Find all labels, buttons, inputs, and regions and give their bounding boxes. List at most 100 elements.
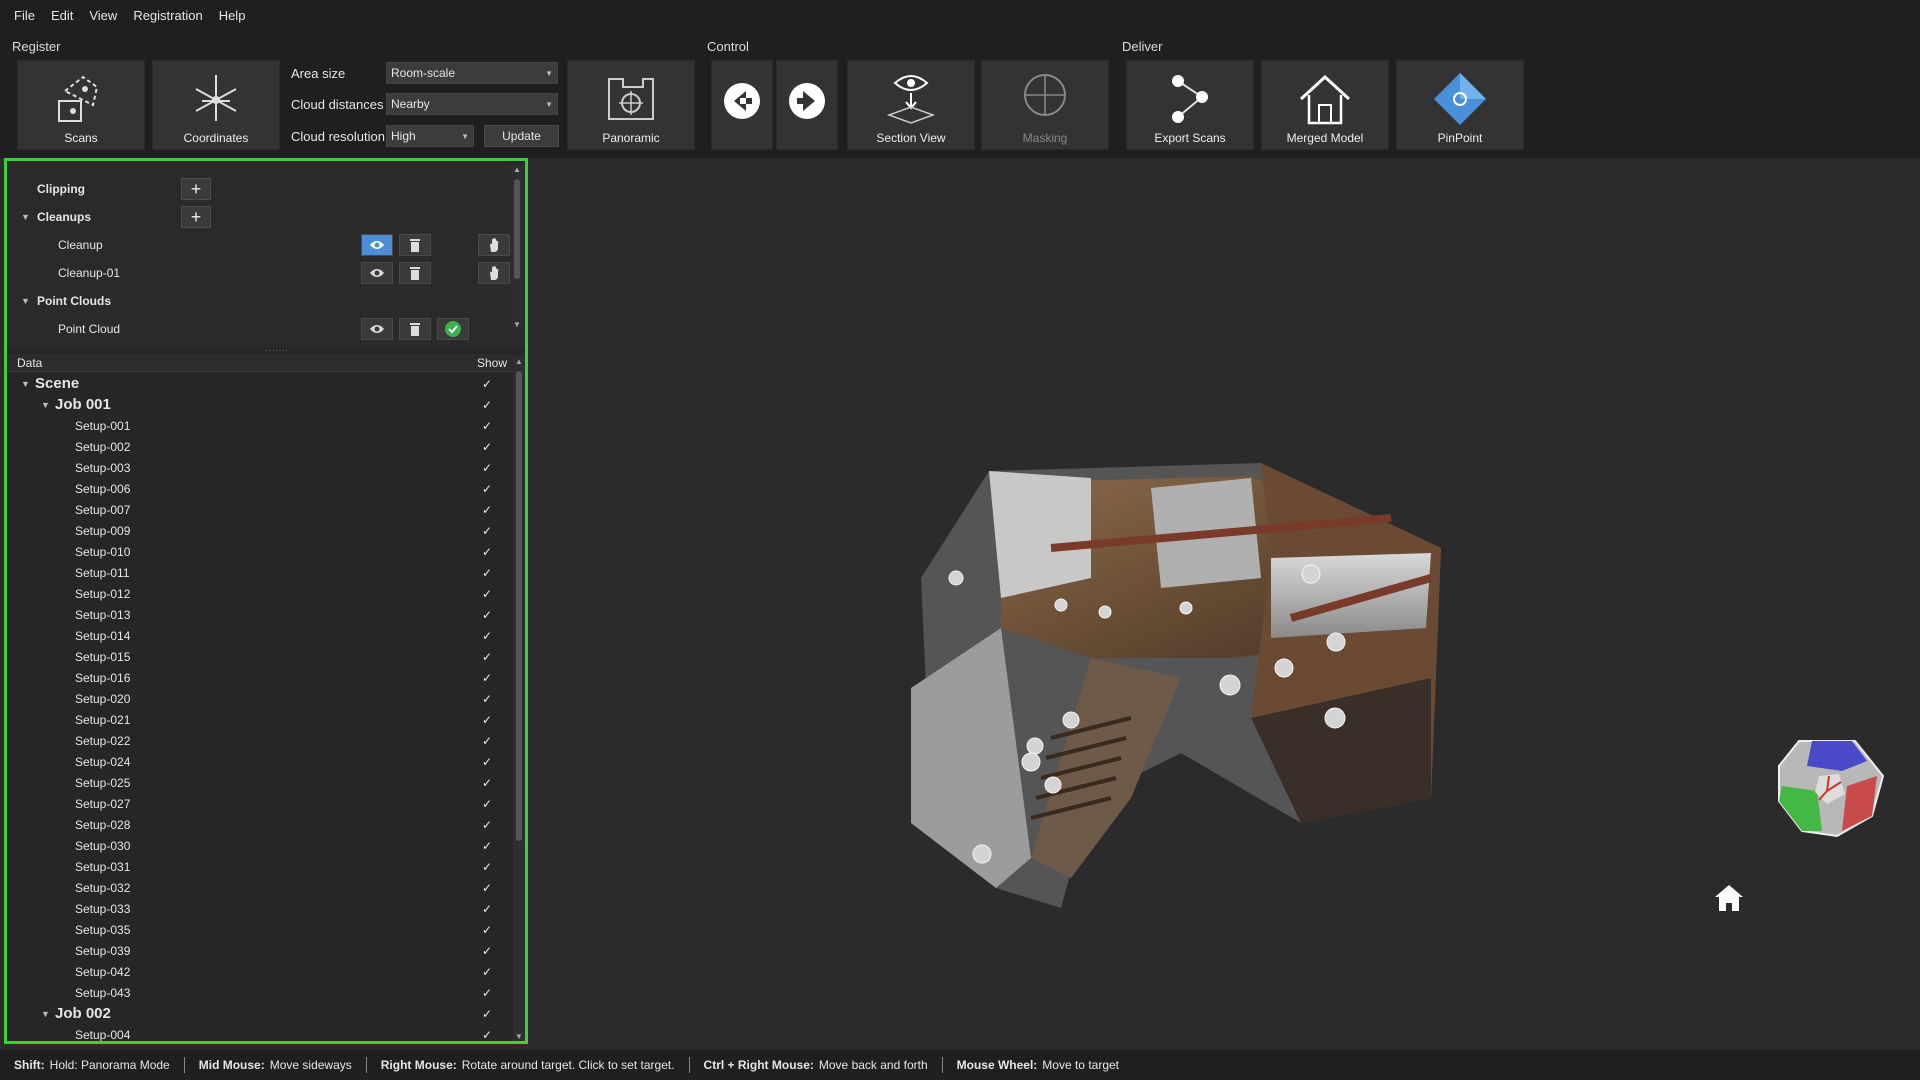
tree-scrollbar[interactable]: ▲ ▼ (513, 357, 525, 1041)
tree-item-setup[interactable]: Setup-042 ✓ (7, 961, 513, 982)
cloud-resolution-select[interactable]: High ▼ (386, 125, 474, 147)
hand-button[interactable] (478, 262, 510, 284)
show-column-header[interactable]: Show (477, 356, 507, 370)
menu-view[interactable]: View (81, 8, 125, 23)
tree-item-setup[interactable]: Setup-007 ✓ (7, 499, 513, 520)
show-checkbox[interactable]: ✓ (482, 545, 492, 559)
scan-position-marker[interactable] (1054, 598, 1068, 612)
scroll-down-icon[interactable]: ▼ (513, 320, 521, 329)
scroll-up-icon[interactable]: ▲ (515, 357, 523, 366)
point-cloud-row[interactable]: Point Cloud (7, 317, 120, 341)
masking-button[interactable]: Masking (981, 60, 1109, 150)
scan-position-marker[interactable] (972, 844, 992, 864)
show-checkbox[interactable]: ✓ (482, 923, 492, 937)
show-checkbox[interactable]: ✓ (482, 629, 492, 643)
scans-button[interactable]: Scans (17, 60, 145, 150)
scroll-thumb[interactable] (514, 179, 520, 279)
tree-item-setup[interactable]: Setup-043 ✓ (7, 982, 513, 1003)
show-checkbox[interactable]: ✓ (482, 377, 492, 391)
view-cube-icon[interactable] (1778, 740, 1885, 838)
delete-button[interactable] (399, 234, 431, 256)
show-checkbox[interactable]: ✓ (482, 713, 492, 727)
tree-item-setup[interactable]: Setup-009 ✓ (7, 520, 513, 541)
tree-item-setup[interactable]: Setup-031 ✓ (7, 856, 513, 877)
show-checkbox[interactable]: ✓ (482, 818, 492, 832)
3d-viewport[interactable] (531, 158, 1920, 1048)
tree-item-setup[interactable]: Setup-012 ✓ (7, 583, 513, 604)
menu-edit[interactable]: Edit (43, 8, 81, 23)
show-checkbox[interactable]: ✓ (482, 566, 492, 580)
pinpoint-button[interactable]: PinPoint (1396, 60, 1524, 150)
collapse-icon[interactable]: ▼ (21, 296, 33, 306)
menu-registration[interactable]: Registration (125, 8, 210, 23)
show-checkbox[interactable]: ✓ (482, 965, 492, 979)
show-checkbox[interactable]: ✓ (482, 734, 492, 748)
tree-item-setup[interactable]: Setup-011 ✓ (7, 562, 513, 583)
tree-item-scene[interactable]: ▼ Scene ✓ (7, 373, 513, 394)
tree-item-setup[interactable]: Setup-004 ✓ (7, 1024, 513, 1042)
tree-item-setup[interactable]: Setup-006 ✓ (7, 478, 513, 499)
previous-button[interactable] (711, 60, 773, 150)
tree-item-setup[interactable]: Setup-033 ✓ (7, 898, 513, 919)
tree-item-setup[interactable]: Setup-013 ✓ (7, 604, 513, 625)
tree-item-setup[interactable]: Setup-032 ✓ (7, 877, 513, 898)
tree-item-setup[interactable]: Setup-001 ✓ (7, 415, 513, 436)
tree-item-setup[interactable]: Setup-022 ✓ (7, 730, 513, 751)
show-checkbox[interactable]: ✓ (482, 587, 492, 601)
show-checkbox[interactable]: ✓ (482, 902, 492, 916)
tree-item-setup[interactable]: Setup-002 ✓ (7, 436, 513, 457)
show-checkbox[interactable]: ✓ (482, 797, 492, 811)
data-column-header[interactable]: Data (17, 356, 42, 370)
add-clipping-button[interactable]: + (181, 178, 211, 200)
section-view-button[interactable]: Section View (847, 60, 975, 150)
show-checkbox[interactable]: ✓ (482, 503, 492, 517)
update-button[interactable]: Update (484, 125, 559, 147)
scan-position-marker[interactable] (1301, 564, 1321, 584)
scan-position-marker[interactable] (948, 570, 964, 586)
area-size-select[interactable]: Room-scale ▼ (386, 62, 558, 84)
show-checkbox[interactable]: ✓ (482, 461, 492, 475)
scan-position-marker[interactable] (1062, 711, 1080, 729)
show-checkbox[interactable]: ✓ (482, 608, 492, 622)
show-checkbox[interactable]: ✓ (482, 881, 492, 895)
tree-item-setup[interactable]: Setup-030 ✓ (7, 835, 513, 856)
show-checkbox[interactable]: ✓ (482, 524, 492, 538)
show-checkbox[interactable]: ✓ (482, 860, 492, 874)
collapse-icon[interactable]: ▼ (21, 379, 35, 389)
show-checkbox[interactable]: ✓ (482, 419, 492, 433)
show-checkbox[interactable]: ✓ (482, 440, 492, 454)
add-cleanup-button[interactable]: + (181, 206, 211, 228)
delete-button[interactable] (399, 318, 431, 340)
export-scans-button[interactable]: Export Scans (1126, 60, 1254, 150)
confirm-button[interactable] (437, 318, 469, 340)
tree-item-setup[interactable]: Setup-016 ✓ (7, 667, 513, 688)
tree-item-setup[interactable]: Setup-020 ✓ (7, 688, 513, 709)
hand-button[interactable] (478, 234, 510, 256)
tree-item-setup[interactable]: Setup-039 ✓ (7, 940, 513, 961)
collapse-icon[interactable]: ▼ (41, 1009, 55, 1019)
show-checkbox[interactable]: ✓ (482, 1007, 492, 1021)
show-checkbox[interactable]: ✓ (482, 776, 492, 790)
tree-item-setup[interactable]: Setup-003 ✓ (7, 457, 513, 478)
visibility-toggle[interactable] (361, 234, 393, 256)
tree-item-setup[interactable]: Setup-024 ✓ (7, 751, 513, 772)
show-checkbox[interactable]: ✓ (482, 482, 492, 496)
scan-position-marker[interactable] (1026, 737, 1044, 755)
tree-item-setup[interactable]: Setup-010 ✓ (7, 541, 513, 562)
scroll-up-icon[interactable]: ▲ (513, 165, 521, 174)
scan-position-marker[interactable] (1324, 707, 1346, 729)
scan-position-marker[interactable] (1021, 752, 1041, 772)
merged-model-button[interactable]: Merged Model (1261, 60, 1389, 150)
show-checkbox[interactable]: ✓ (482, 398, 492, 412)
scroll-thumb[interactable] (516, 371, 522, 841)
tree-item-setup[interactable]: Setup-015 ✓ (7, 646, 513, 667)
scroll-down-icon[interactable]: ▼ (515, 1032, 523, 1041)
coordinates-button[interactable]: Coordinates (152, 60, 280, 150)
scan-position-marker[interactable] (1274, 658, 1294, 678)
show-checkbox[interactable]: ✓ (482, 839, 492, 853)
tree-item-setup[interactable]: Setup-025 ✓ (7, 772, 513, 793)
cleanup-01-row[interactable]: Cleanup-01 (7, 261, 120, 285)
collapse-icon[interactable]: ▼ (21, 212, 33, 222)
show-checkbox[interactable]: ✓ (482, 1028, 492, 1042)
point-cloud-model[interactable] (531, 158, 1920, 1048)
